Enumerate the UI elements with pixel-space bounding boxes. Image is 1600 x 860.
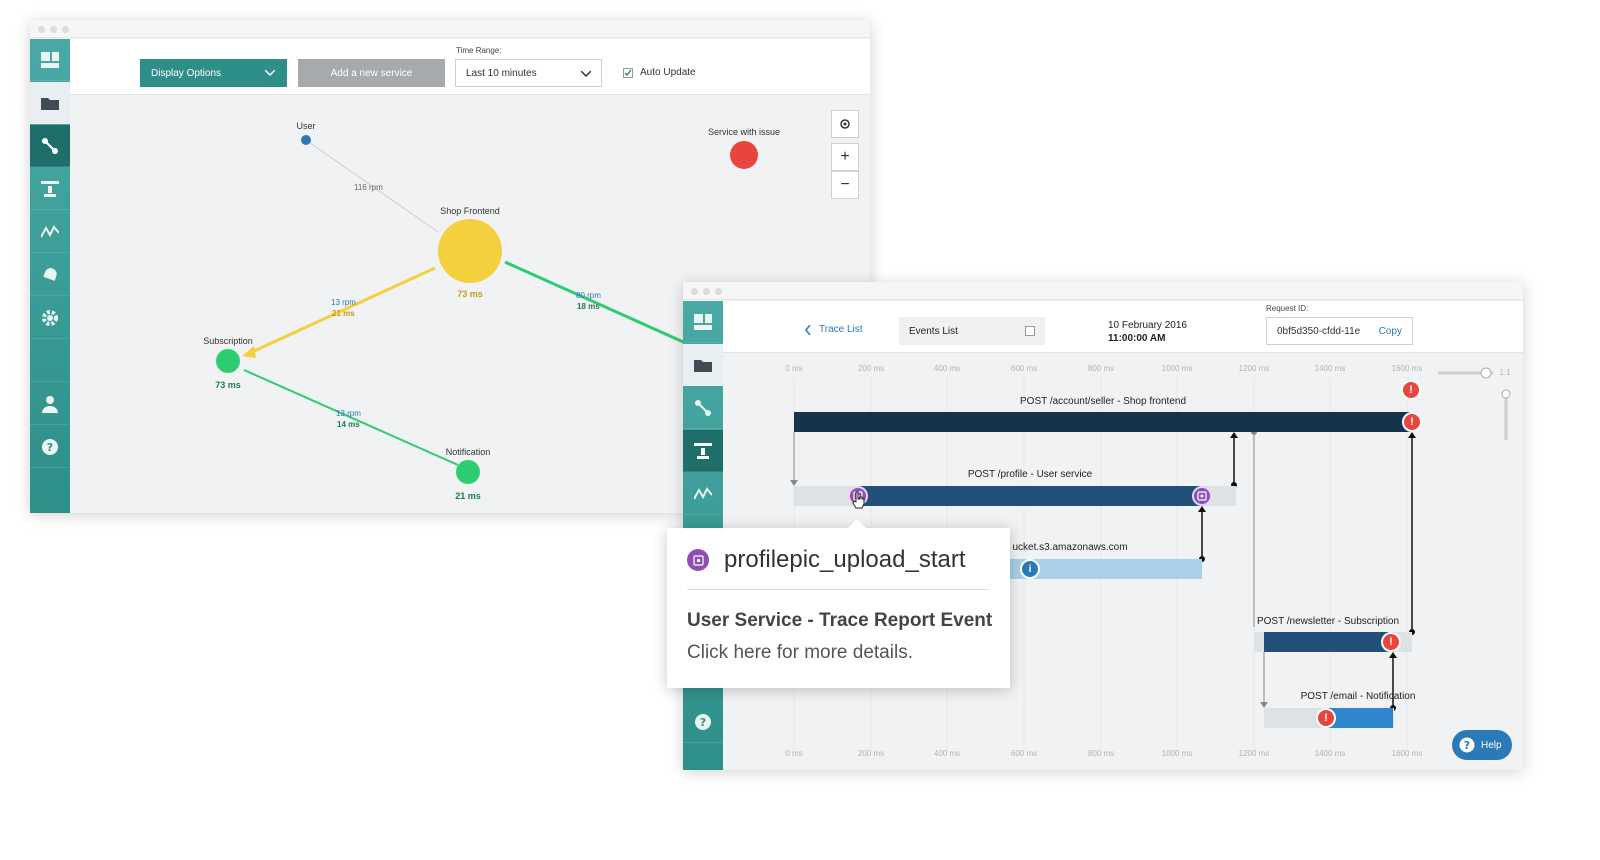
arrowhead [1198, 506, 1206, 512]
node-user[interactable] [301, 135, 311, 145]
axis-tick-top: 0 ms [785, 364, 803, 373]
axis-tick-top: 800 ms [1087, 364, 1115, 373]
issue-legend-label: Service with issue [707, 127, 781, 137]
event-icon [687, 549, 709, 571]
target-icon [840, 119, 850, 129]
span-label-newsletter: POST /newsletter - Subscription [1256, 616, 1400, 627]
arrowhead [1389, 652, 1397, 658]
axis-tick-bottom: 200 ms [857, 749, 885, 758]
help-icon: ? [1459, 737, 1475, 753]
axis-tick-top: 200 ms [857, 364, 885, 373]
span-bar-email[interactable] [1328, 708, 1393, 728]
axis-tick-top: 1200 ms [1238, 364, 1270, 373]
axis-tick-bottom: 400 ms [933, 749, 961, 758]
zoom-slider-handle[interactable] [1480, 367, 1492, 379]
edge-label-sub-notif-rpm: 13 rpm [336, 409, 361, 418]
zoom-in-button[interactable]: + [831, 143, 859, 171]
axis-tick-bottom: 800 ms [1087, 749, 1115, 758]
info-marker[interactable]: i [1020, 559, 1040, 579]
axis-tick-bottom: 0 ms [785, 749, 803, 758]
node-notification[interactable] [456, 460, 480, 484]
center-map-button[interactable] [831, 110, 859, 138]
edge-label-sub-notif-ms: 14 ms [337, 420, 360, 429]
span-label-profile: POST /profile - User service [967, 469, 1093, 480]
tooltip-pointer [847, 519, 867, 529]
span-label-email: POST /email - Notification [1300, 691, 1416, 702]
error-marker[interactable]: ! [1381, 632, 1401, 652]
tooltip-divider [687, 589, 989, 590]
node-latency-notification: 21 ms [455, 491, 481, 501]
event-marker-end[interactable] [1192, 486, 1212, 506]
axis-tick-top: 1400 ms [1314, 364, 1346, 373]
node-subscription[interactable] [216, 349, 240, 373]
node-label-subscription: Subscription [203, 336, 253, 346]
edge-label-shop-sub-rpm: 13 rpm [331, 298, 356, 307]
node-label-user: User [296, 121, 316, 131]
edge-label-shop-sub-ms: 21 ms [332, 309, 355, 318]
vertical-scroll-handle[interactable] [1501, 389, 1511, 399]
edge-label-shop-right-rpm: 80 rpm [576, 291, 601, 300]
arrowhead [1230, 432, 1238, 438]
node-shop-frontend[interactable] [438, 219, 502, 283]
tooltip-subtitle: Click here for more details. [687, 642, 913, 663]
help-label: Help [1481, 739, 1502, 751]
span-bar-newsletter[interactable] [1264, 632, 1394, 652]
span-bar-profile[interactable] [858, 486, 1202, 506]
event-tooltip[interactable]: profilepic_upload_start User Service - T… [667, 519, 1010, 688]
axis-tick-bottom: 1200 ms [1238, 749, 1270, 758]
node-latency-subscription: 73 ms [215, 380, 241, 390]
tooltip-title: User Service - Trace Report Event [687, 610, 993, 631]
span-label-account: POST /account/seller - Shop frontend [1019, 396, 1187, 407]
tooltip-event-name: profilepic_upload_start [724, 546, 966, 573]
axis-tick-top: 1000 ms [1161, 364, 1193, 373]
span-label-s3: ucket.s3.amazonaws.com [1012, 542, 1128, 553]
axis-tick-bottom: 600 ms [1010, 749, 1038, 758]
axis-tick-bottom: 1600 ms [1391, 749, 1423, 758]
trace-window: ? Trace List Events List 10 February 201… [683, 282, 1523, 770]
error-marker[interactable]: ! [1402, 412, 1422, 432]
zoom-level-label: 1:1 [1499, 368, 1511, 377]
axis-tick-bottom: 1400 ms [1314, 749, 1346, 758]
axis-tick-top: 600 ms [1010, 364, 1038, 373]
arrowhead [242, 346, 256, 358]
upload-event-icon [1197, 491, 1207, 501]
arrowhead [1408, 432, 1416, 438]
hand-cursor-icon [851, 490, 867, 515]
svg-text:?: ? [1464, 739, 1470, 752]
edge-label-user-shop-rpm: 116 rpm [354, 183, 383, 192]
issue-legend-dot [730, 141, 758, 169]
upload-event-icon [692, 554, 704, 566]
error-marker[interactable]: ! [1316, 708, 1336, 728]
axis-tick-top: 1600 ms [1391, 364, 1423, 373]
axis-tick-bottom: 1000 ms [1161, 749, 1193, 758]
help-button[interactable]: ? Help [1452, 730, 1512, 760]
node-label-shop-frontend: Shop Frontend [440, 206, 500, 216]
axis-tick-top: 400 ms [933, 364, 961, 373]
error-marker[interactable]: ! [1401, 380, 1421, 400]
span-bar-account[interactable] [794, 412, 1412, 432]
node-label-notification: Notification [445, 447, 491, 457]
edge-label-shop-right-ms: 18 ms [577, 302, 600, 311]
zoom-out-button[interactable]: − [831, 171, 859, 199]
node-latency-shop-frontend: 73 ms [457, 289, 483, 299]
